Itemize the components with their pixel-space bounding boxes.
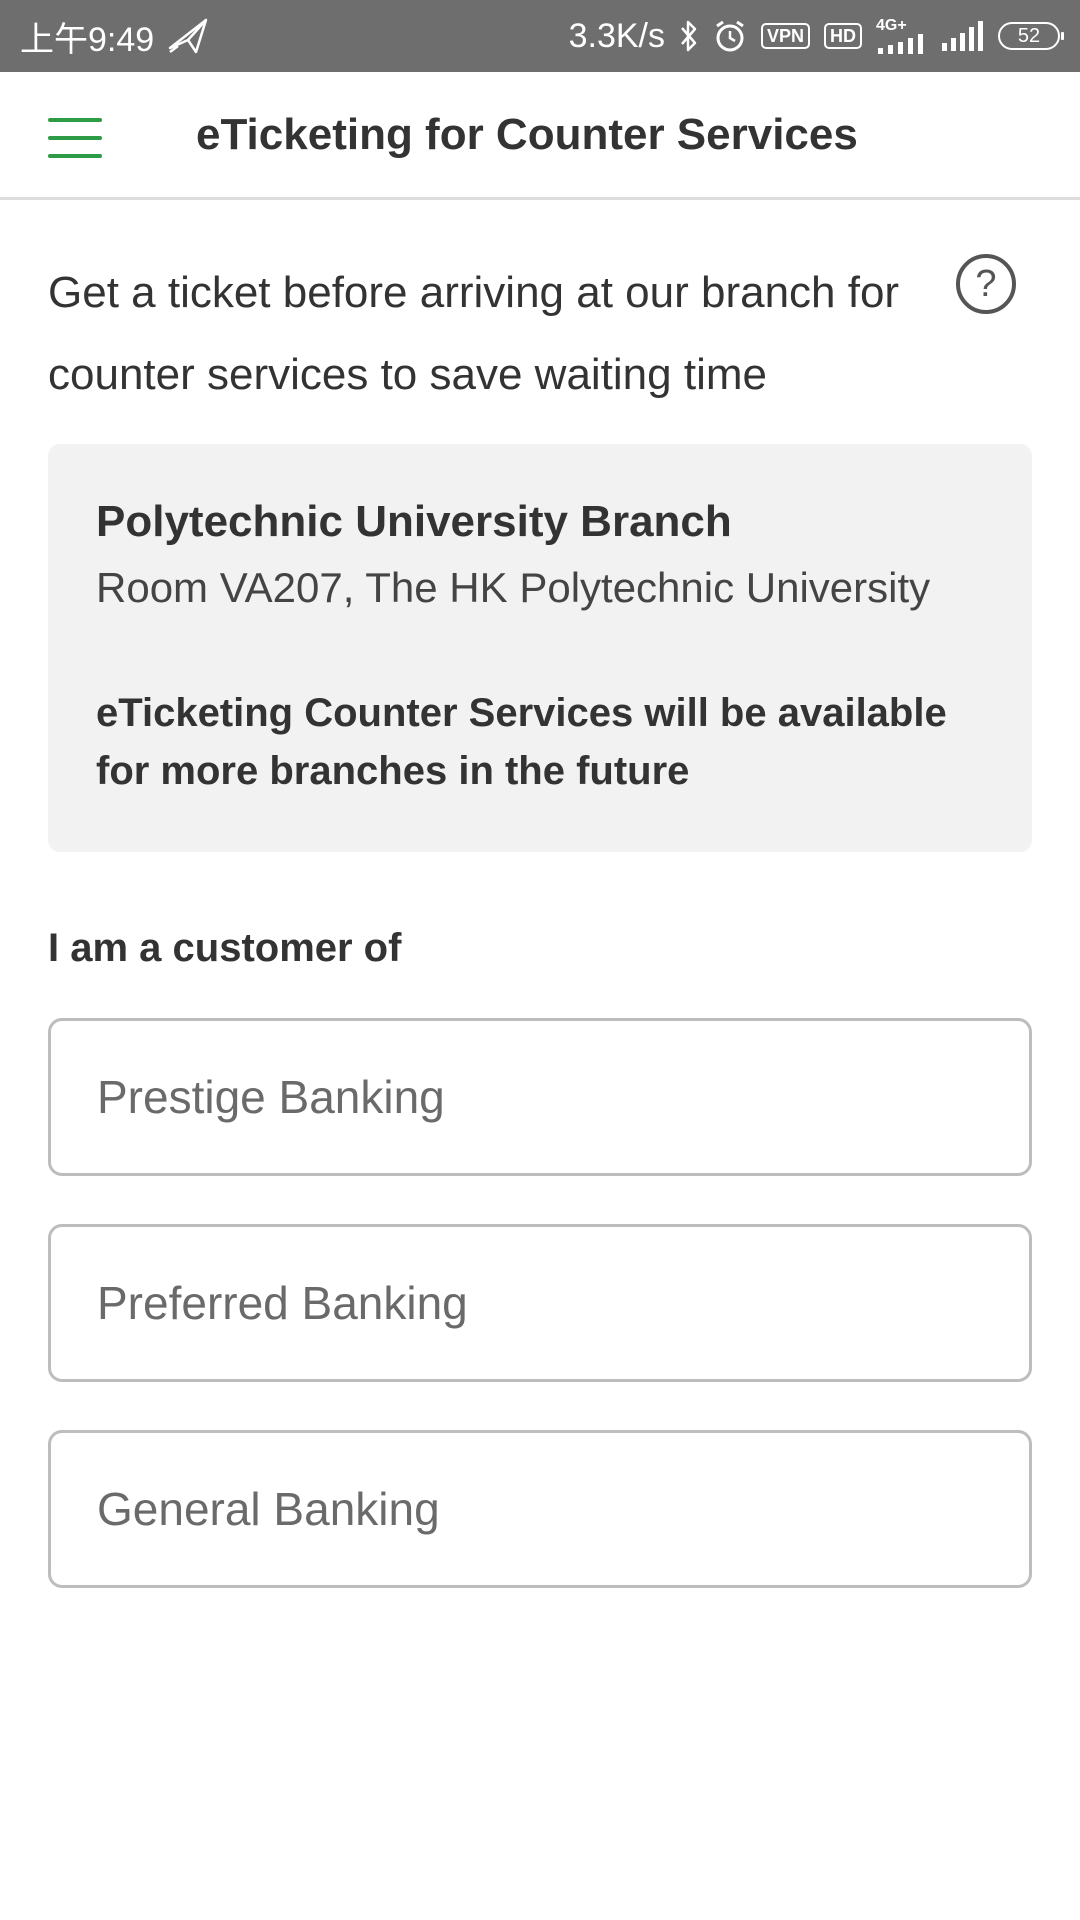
status-bar-left: 上午9:49 — [20, 12, 208, 61]
status-time: 上午9:49 — [20, 20, 155, 59]
preferred-banking-button[interactable]: Preferred Banking — [48, 1224, 1032, 1382]
app-header: eTicketing for Counter Services — [0, 72, 1080, 200]
hd-icon: HD — [824, 23, 862, 49]
customer-type-label: I am a customer of — [48, 926, 402, 970]
branch-address: Room VA207, The HK Polytechnic Universit… — [96, 564, 931, 611]
paper-plane-icon — [168, 18, 208, 54]
network-speed: 3.3K/s — [568, 16, 665, 55]
status-bar: 上午9:49 3.3K/s VPN HD 4G+ 52 — [0, 0, 1080, 72]
branch-availability-note: eTicketing Counter Services will be avai… — [96, 691, 947, 793]
general-banking-button[interactable]: General Banking — [48, 1430, 1032, 1588]
branch-name: Polytechnic University Branch — [96, 497, 732, 546]
hamburger-menu-icon[interactable] — [48, 118, 102, 158]
page-title: eTicketing for Counter Services — [196, 110, 858, 159]
bluetooth-icon — [679, 19, 699, 53]
mobile-data-signal-icon: 4G+ — [876, 18, 926, 54]
branch-card: Polytechnic University Branch Room VA207… — [48, 444, 1032, 852]
vpn-icon: VPN — [760, 23, 810, 49]
help-icon[interactable]: ? — [956, 254, 1016, 314]
status-bar-right: 3.3K/s VPN HD 4G+ 52 — [568, 16, 1064, 56]
prestige-banking-button[interactable]: Prestige Banking — [48, 1018, 1032, 1176]
battery-icon: 52 — [998, 22, 1064, 50]
intro-text: Get a ticket before arriving at our bran… — [48, 268, 900, 399]
network-type: 4G+ — [876, 17, 907, 34]
signal-strength-icon — [940, 21, 984, 51]
alarm-icon — [713, 19, 747, 53]
